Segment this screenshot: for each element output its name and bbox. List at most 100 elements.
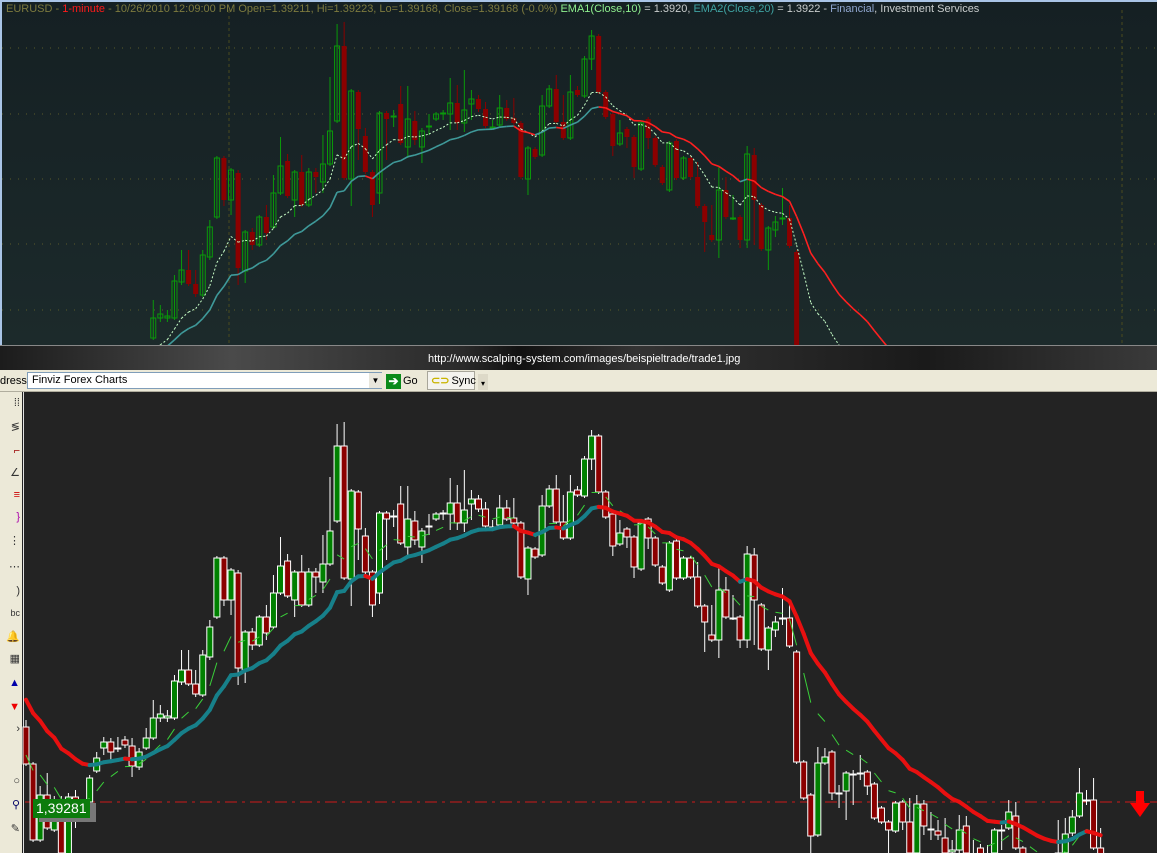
ema2-segment [591,106,599,110]
candle-down [651,537,659,566]
sync-button[interactable]: ⊂⊃ Sync [427,371,476,390]
candle-up [1083,799,1090,802]
ema2-segment [223,274,232,287]
candle-up [390,115,397,118]
ema1-segment [280,212,288,218]
candle-up [588,435,596,460]
ema2-segment [619,112,628,117]
ema2-segment [676,136,684,141]
ema2-segment [768,190,776,196]
candle-up [333,445,341,522]
toolbar-overflow-icon[interactable]: ▾ [478,374,488,390]
candle-down [672,540,680,579]
ema1-segment [181,711,189,719]
candle-down [800,761,808,799]
pointer-tool-icon[interactable]: › [0,720,20,738]
vertical-dots-icon[interactable]: ⋮ [0,532,20,550]
line-tool-icon[interactable]: ⌐ [0,442,20,460]
top-chart-pane[interactable]: EURUSD - 1-minute - 10/26/2010 12:09:00 … [0,0,1157,345]
candle-down [595,435,603,493]
horizontal-dots-icon[interactable]: ⋯ [0,558,20,576]
ema2-segment [230,273,239,277]
candle-up [991,829,999,853]
candle-down [235,173,241,268]
candle-down [193,284,199,294]
candle-down [1097,847,1105,853]
candle-up [291,571,299,601]
candle-up [1075,792,1083,817]
ema1-segment [351,142,359,148]
ema1-segment [471,114,479,118]
ema1-segment [803,672,812,703]
candle-down [750,554,758,601]
candle-down [398,104,404,143]
candle-down [121,739,129,746]
color-lines-icon[interactable]: ≡ [0,486,20,504]
bell-alert-icon[interactable]: 🔔 [0,628,20,646]
candle-up [277,565,285,594]
candle-down [552,488,560,523]
candle-down [185,669,193,685]
buy-arrow-icon[interactable]: ▲ [0,674,20,692]
interval-label: 1-minute [62,3,106,15]
text-abc-icon[interactable]: bc [0,604,20,622]
ema2-segment [287,233,296,242]
ema1-segment [775,211,783,214]
go-button[interactable]: ➔ Go [386,372,418,390]
trend-lines-icon[interactable]: ≶ [0,418,20,436]
ema1-segment [174,317,182,330]
ema1-segment [1001,835,1010,842]
sell-arrow-icon[interactable]: ▼ [0,698,20,716]
fan-tool-icon[interactable]: ∠ [0,464,20,482]
candle-down [128,745,136,767]
address-input[interactable]: Finviz Forex Charts [27,372,382,389]
candle-down [234,572,242,669]
zoom-magnifier-icon[interactable]: ⚲ [0,796,20,814]
candle-down [531,548,539,558]
candle-down [962,825,970,853]
candle-up [142,737,150,749]
calculator-icon[interactable]: ▦ [0,650,20,668]
candle-up [376,512,383,594]
ema2-segment [463,131,472,137]
candle-up [665,542,673,591]
candle-up [114,747,122,750]
ema1-segment [287,205,296,214]
ema2-segment [456,134,465,139]
candle-down [510,517,518,524]
ema2-segment [24,697,36,716]
candle-up [729,617,737,620]
address-dropdown-icon[interactable]: ▼ [369,373,382,388]
top-candlestick-chart[interactable] [0,0,1157,345]
candle-down [701,605,709,623]
ema1-segment [435,126,444,131]
ema2-segment [471,129,479,133]
candle-up [743,553,751,641]
signal-tool-icon[interactable]: ) [0,582,20,600]
ema1-segment [202,285,211,300]
ema1-segment [831,334,840,345]
candle-down [623,528,631,538]
candle-down [807,794,815,837]
grid-dots-icon[interactable]: ⁞⁞ [0,394,20,412]
bracket-tool-icon[interactable]: } [0,508,20,526]
pencil-tool-icon[interactable]: ✎ [0,820,20,838]
bottom-candlestick-chart[interactable] [22,392,1157,853]
candle-down [1019,847,1027,853]
ema1-segment [874,772,882,783]
ema2-segment [499,125,507,128]
candle-up [545,488,553,507]
candle-down [574,90,580,95]
candle-down [828,751,836,794]
circle-tool-icon[interactable]: ○ [0,772,20,790]
candle-up [269,592,277,628]
candle-down [906,821,914,853]
candle-down [793,651,801,763]
ema2-segment [822,670,834,686]
ema1-segment [442,122,451,128]
candle-down [596,36,602,92]
candle-down [560,122,566,138]
ema2-segment [336,190,345,194]
ema2-segment [788,200,798,217]
ema1-segment [223,236,232,252]
